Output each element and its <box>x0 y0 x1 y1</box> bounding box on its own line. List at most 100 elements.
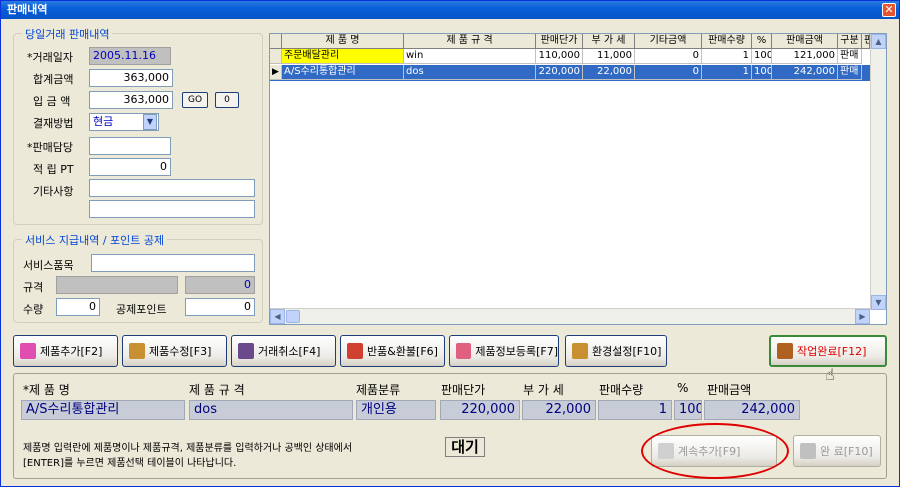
grid-corner <box>270 34 282 49</box>
etc-field-2[interactable] <box>89 200 255 218</box>
deposit-label: 입 금 액 <box>33 95 71 108</box>
cell-etc: 0 <box>635 49 702 64</box>
spec-number-field: 0 <box>185 276 255 294</box>
refund-icon <box>347 343 363 359</box>
table-row[interactable]: 주문배달관리 win 110,000 11,000 0 1 100 121,00… <box>270 49 870 65</box>
head-spec: 제 품 규 격 <box>189 383 245 397</box>
grid-header: 제 품 명 제 품 규 격 판매단가 부 가 세 기타금액 판매수량 % 판매금… <box>270 34 870 49</box>
col-qty[interactable]: 판매수량 <box>702 34 752 49</box>
cell-pct: 100 <box>752 49 772 64</box>
spec-field <box>56 276 178 294</box>
settings-label: 환경설정[F10] <box>592 345 662 358</box>
go-button[interactable]: GO <box>182 92 208 108</box>
date-label: *거래일자 <box>27 51 73 64</box>
cell-pct: 100 <box>752 65 772 80</box>
edit-product-button[interactable]: 제품수정[F3] <box>122 335 227 367</box>
cell-spec: dos <box>404 65 536 80</box>
head-name: *제 품 명 <box>23 383 70 397</box>
date-field[interactable]: 2005.11.16 <box>89 47 171 65</box>
window-title: 판매내역 <box>1 1 899 19</box>
points-label: 적 립 PT <box>33 163 74 176</box>
spec-label: 규격 <box>23 281 44 294</box>
scroll-right-icon[interactable]: ▶ <box>855 309 870 324</box>
cell-name: 주문배달관리 <box>282 49 404 64</box>
cell-amount: 242,000 <box>772 65 838 80</box>
qty-label: 수량 <box>23 303 44 316</box>
deduct-label: 공제포인트 <box>116 303 167 316</box>
sales-grid[interactable]: 제 품 명 제 품 규 격 판매단가 부 가 세 기타금액 판매수량 % 판매금… <box>269 33 887 325</box>
payment-label: 결재방법 <box>33 117 74 130</box>
cell-kind: 판매 <box>838 49 862 64</box>
edit-product-label: 제품수정[F3] <box>149 345 212 358</box>
head-category: 제품분류 <box>356 383 401 397</box>
finish-work-button[interactable]: 작업완료[F12] <box>769 335 887 367</box>
product-pct-input[interactable]: 100 <box>674 400 702 420</box>
table-row[interactable]: ▶ A/S수리통합관리 dos 220,000 22,000 0 1 100 2… <box>270 65 870 81</box>
row-pointer-icon: ▶ <box>270 65 282 80</box>
qty-field[interactable]: 0 <box>56 298 100 316</box>
product-register-button[interactable]: 제품정보등록[F7] <box>449 335 559 367</box>
col-amount[interactable]: 판매금액 <box>772 34 838 49</box>
cancel-transaction-button[interactable]: 거래취소[F4] <box>231 335 336 367</box>
door-icon <box>800 443 816 459</box>
service-legend: 서비스 지급내역 / 포인트 공제 <box>22 232 168 248</box>
head-amount: 판매금액 <box>707 383 752 397</box>
help-text-line1: 제품명 입력란에 제품명이나 제품규격, 제품분류를 입력하거나 공백인 상태에… <box>23 443 353 454</box>
head-pct: % <box>677 381 689 395</box>
service-item-field[interactable] <box>91 254 255 272</box>
deposit-field[interactable]: 363,000 <box>89 91 173 109</box>
col-pct[interactable]: % <box>752 34 772 49</box>
product-price-input[interactable]: 220,000 <box>440 400 520 420</box>
product-amount-input[interactable]: 242,000 <box>704 400 800 420</box>
refund-label: 반품&환불[F6] <box>367 345 438 358</box>
complete-label: 완 료[F10] <box>820 445 873 458</box>
refund-button[interactable]: 반품&환불[F6] <box>340 335 445 367</box>
settings-button[interactable]: 환경설정[F10] <box>565 335 667 367</box>
product-vat-input[interactable]: 22,000 <box>522 400 596 420</box>
etc-label: 기타사항 <box>33 185 74 198</box>
product-category-input[interactable]: 개인용 <box>356 400 436 420</box>
add-product-icon <box>20 343 36 359</box>
row-indicator <box>270 49 282 64</box>
scroll-thumb[interactable] <box>286 310 300 323</box>
total-field[interactable]: 363,000 <box>89 69 173 87</box>
sales-window: 판매내역 ✕ 당일거래 판매내역 *거래일자 2005.11.16 합계금액 3… <box>0 0 900 487</box>
head-price: 판매단가 <box>441 383 486 397</box>
cell-etc: 0 <box>635 65 702 80</box>
complete-button[interactable]: 완 료[F10] <box>793 435 881 467</box>
staff-field[interactable] <box>89 137 171 155</box>
close-icon[interactable]: ✕ <box>882 3 896 17</box>
scroll-up-icon[interactable]: ▲ <box>871 34 886 49</box>
vertical-scrollbar[interactable]: ▲ ▼ <box>870 34 886 310</box>
cell-qty: 1 <box>702 49 752 64</box>
scroll-left-icon[interactable]: ◀ <box>270 309 285 324</box>
col-spec[interactable]: 제 품 규 격 <box>404 34 536 49</box>
etc-field-1[interactable] <box>89 179 255 197</box>
cell-kind: 판매 <box>838 65 862 80</box>
col-vat[interactable]: 부 가 세 <box>583 34 635 49</box>
product-qty-input[interactable]: 1 <box>598 400 672 420</box>
cancel-transaction-label: 거래취소[F4] <box>258 345 321 358</box>
product-register-label: 제품정보등록[F7] <box>475 345 558 358</box>
product-name-input[interactable]: A/S수리통합관리 <box>21 400 185 420</box>
horizontal-scrollbar[interactable]: ◀ ▶ <box>270 308 870 324</box>
chevron-down-icon[interactable]: ▼ <box>143 114 157 130</box>
add-product-button[interactable]: 제품추가[F2] <box>13 335 118 367</box>
cell-qty: 1 <box>702 65 752 80</box>
product-spec-input[interactable]: dos <box>189 400 353 420</box>
col-name[interactable]: 제 품 명 <box>282 34 404 49</box>
col-etc[interactable]: 기타금액 <box>635 34 702 49</box>
col-price[interactable]: 판매단가 <box>536 34 583 49</box>
zero-button[interactable]: 0 <box>215 92 239 108</box>
total-label: 합계금액 <box>33 73 74 86</box>
col-kind[interactable]: 구분 <box>838 34 862 49</box>
help-text-line2: [ENTER]를 누르면 제품선택 테이블이 나타납니다. <box>23 458 237 469</box>
head-vat: 부 가 세 <box>523 383 564 397</box>
cancel-transaction-icon <box>238 343 254 359</box>
document-icon <box>456 343 472 359</box>
staff-label: *판매담당 <box>27 141 73 154</box>
deduct-field[interactable]: 0 <box>185 298 255 316</box>
col-extra[interactable]: 판 <box>862 34 870 49</box>
points-field[interactable]: 0 <box>89 158 171 176</box>
scroll-down-icon[interactable]: ▼ <box>871 295 886 310</box>
